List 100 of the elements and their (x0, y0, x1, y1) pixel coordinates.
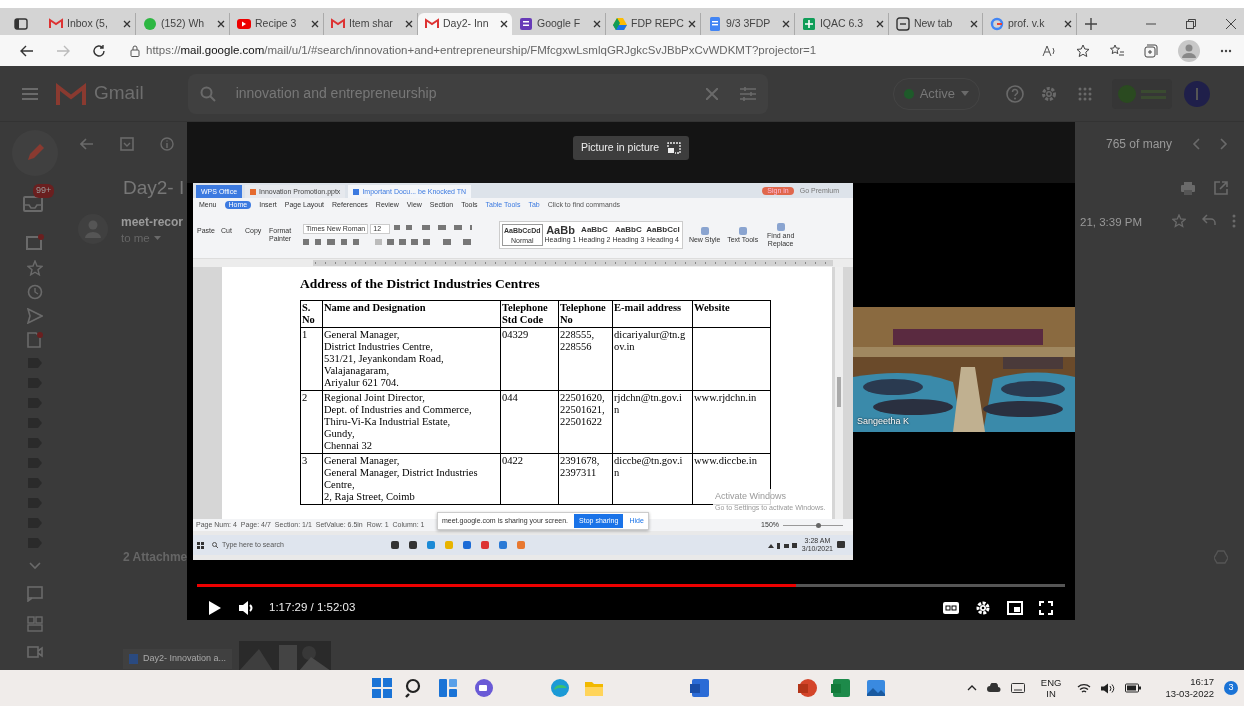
video-call-icon[interactable] (27, 646, 43, 658)
play-icon (237, 17, 251, 31)
open-in-new-icon[interactable] (1214, 181, 1228, 195)
filter-icon[interactable] (739, 86, 756, 101)
close-icon[interactable] (311, 20, 319, 28)
favorites-icon[interactable] (1110, 43, 1124, 58)
activation-title: Activate Windows (715, 490, 788, 503)
close-icon[interactable] (123, 20, 131, 28)
close-icon[interactable] (217, 20, 225, 28)
table-cell-text: Regional Joint Director, Dept. of Industries and Commerce, Thiru-Vi-Ka Industrial Estate, Gundy, Chennai 32 (324, 392, 473, 453)
close-icon[interactable] (687, 20, 696, 28)
chat-icon[interactable] (474, 678, 494, 698)
info-icon[interactable] (160, 137, 174, 151)
restore-icon[interactable] (1186, 18, 1196, 29)
time-display: 1:17:29 / 1:52:03 (269, 600, 356, 615)
more-icon[interactable] (1220, 48, 1232, 53)
play-icon[interactable] (209, 600, 221, 615)
help-icon[interactable] (1006, 84, 1025, 103)
excel-icon[interactable] (831, 678, 851, 698)
close-icon[interactable] (1063, 20, 1072, 28)
table-cell-text: 1 (302, 329, 309, 342)
apps-icon[interactable] (1078, 86, 1093, 101)
back-icon[interactable] (20, 44, 34, 57)
tray-icons-drawing[interactable] (767, 541, 798, 549)
profile-icon[interactable] (1178, 39, 1200, 62)
scrollbar-drawing[interactable] (835, 267, 843, 519)
next-icon[interactable] (1220, 138, 1228, 150)
table-cell-text: 044 (502, 392, 519, 405)
chat-icon[interactable] (27, 586, 43, 602)
powerpoint-icon[interactable] (798, 678, 818, 698)
lock-icon (130, 44, 140, 57)
close-icon[interactable] (593, 20, 601, 28)
table-cell-text: 0422 (502, 455, 524, 468)
caret-icon[interactable] (153, 236, 161, 240)
notification-badge[interactable]: 3 (1224, 681, 1238, 695)
chevron-up-icon[interactable] (966, 685, 977, 691)
print-icon[interactable] (1180, 181, 1196, 195)
expand-icon[interactable] (29, 562, 41, 570)
draft-icon[interactable] (26, 332, 44, 348)
column-header: Website (694, 302, 731, 315)
reload-icon[interactable] (92, 43, 106, 58)
read-aloud-icon[interactable] (1042, 44, 1056, 57)
clock-icon[interactable] (27, 284, 43, 300)
battery-icon[interactable] (1125, 683, 1142, 693)
keyboard-icon[interactable] (1010, 683, 1025, 693)
star-icon[interactable] (27, 260, 43, 276)
inbox-icon[interactable] (23, 196, 43, 212)
fullscreen-icon[interactable] (1039, 600, 1053, 615)
formatting-toolbar-drawing[interactable] (392, 223, 473, 231)
collections-icon[interactable] (1144, 43, 1158, 58)
archive-icon[interactable] (120, 137, 134, 151)
spaces-icon[interactable] (27, 616, 43, 632)
volume-icon[interactable] (1101, 682, 1116, 694)
close-icon[interactable] (1226, 18, 1236, 29)
widgets-icon[interactable] (438, 678, 458, 698)
document-icon (707, 17, 722, 31)
browser-tab[interactable]: Day2- Inn (418, 13, 512, 35)
column-header: E-mail address (614, 302, 683, 315)
windows-icon[interactable] (197, 541, 204, 549)
email-date: 21, 3:39 PM (1080, 215, 1142, 230)
table-cell-text: www.diccbe.in (694, 455, 758, 468)
close-icon[interactable] (875, 20, 884, 28)
clear-icon[interactable] (705, 87, 718, 100)
word-icon[interactable] (690, 678, 710, 698)
file-icon (353, 188, 360, 195)
sender-name: meet-recor (121, 214, 184, 230)
volume-icon[interactable] (239, 600, 255, 615)
photos-icon[interactable] (866, 678, 886, 698)
spreadsheet-icon (801, 17, 816, 31)
close-icon[interactable] (405, 20, 413, 28)
attachment-chip[interactable]: Day2- Innovation a... (123, 649, 233, 669)
tray-icon[interactable] (26, 234, 44, 252)
gmail-logo-icon (56, 82, 86, 105)
previous-icon[interactable] (1192, 138, 1200, 150)
start-icon[interactable] (372, 678, 392, 698)
new-tab-icon[interactable] (1084, 18, 1097, 30)
slider-thumb[interactable] (816, 522, 821, 528)
cloud-icon[interactable] (986, 683, 1001, 693)
wifi-icon[interactable] (1077, 682, 1092, 694)
notification-icon[interactable] (837, 541, 845, 549)
taskbar-clock[interactable]: 16:17 13-03-2022 (1165, 676, 1214, 700)
language-indicator[interactable]: ENG IN (1040, 677, 1062, 699)
menu-icon[interactable] (22, 87, 38, 100)
table-cell-text: 228555, 228556 (560, 329, 596, 354)
favorite-add-icon[interactable] (1076, 43, 1090, 58)
column-header: Telephone Std Code (502, 302, 549, 327)
reply-icon[interactable] (1202, 214, 1216, 226)
table-cell-text: rjdchn@tn.gov.i n (614, 392, 683, 417)
close-icon[interactable] (969, 20, 978, 28)
send-icon[interactable] (27, 308, 43, 324)
sidebar-icon[interactable] (14, 18, 28, 30)
miniplayer-icon[interactable] (1007, 600, 1023, 615)
google-icon (989, 17, 1004, 31)
avatar-icon[interactable] (1184, 80, 1211, 107)
progress-track[interactable] (197, 584, 1065, 587)
close-icon[interactable] (500, 20, 508, 28)
close-icon[interactable] (781, 20, 790, 28)
captions-icon[interactable] (943, 601, 959, 614)
settings-icon[interactable] (975, 599, 991, 616)
star-icon[interactable] (1172, 214, 1186, 228)
